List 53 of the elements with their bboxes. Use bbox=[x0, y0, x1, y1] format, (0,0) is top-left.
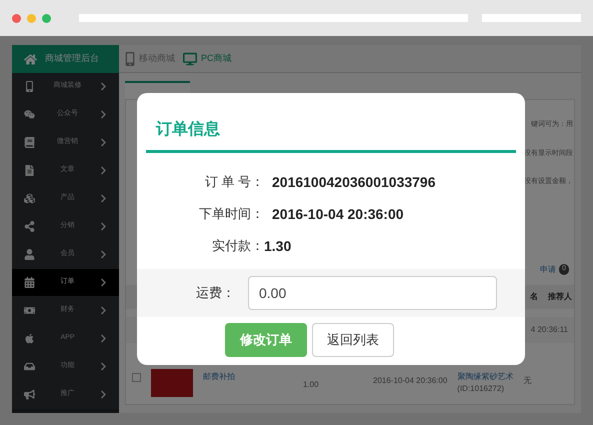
shop-link[interactable]: 聚陶缘紫砂艺术 bbox=[457, 371, 514, 383]
apple-icon bbox=[24, 333, 35, 344]
fee-input[interactable]: 0.00 bbox=[248, 276, 497, 310]
share-icon bbox=[24, 221, 35, 232]
back-to-list-button[interactable]: 返回列表 bbox=[312, 323, 394, 357]
table-cell: 2016-10-04 20:36:00 bbox=[373, 375, 448, 387]
user-icon bbox=[24, 249, 35, 260]
chevron-icon bbox=[100, 278, 107, 287]
book-icon bbox=[24, 137, 35, 148]
apply-link[interactable]: 申请 bbox=[540, 264, 556, 276]
chevron-icon bbox=[100, 166, 107, 175]
cubes-icon bbox=[24, 193, 35, 204]
shop-id: (ID:1016272) bbox=[457, 383, 505, 395]
banknote-icon bbox=[24, 305, 35, 316]
monitor-icon bbox=[183, 52, 197, 66]
megaphone-icon bbox=[24, 389, 35, 400]
chevron-icon bbox=[100, 250, 107, 259]
table-cell: 无 bbox=[523, 375, 532, 387]
chevron-icon bbox=[100, 82, 107, 91]
chevron-icon bbox=[100, 362, 107, 371]
chevron-icon bbox=[100, 306, 107, 315]
table-cell: 4 20:36:11 bbox=[530, 324, 568, 336]
chevron-icon bbox=[100, 138, 107, 147]
field-value: 2016-10-04 20:36:00 bbox=[272, 204, 404, 224]
phone-icon bbox=[24, 81, 35, 92]
field-value: 201610042036001033796 bbox=[272, 172, 436, 192]
product-photo-placeholder bbox=[151, 369, 193, 397]
shop-link[interactable]: PC商城 bbox=[183, 52, 232, 66]
field-label: 下单时间： bbox=[198, 205, 264, 224]
chevron-icon bbox=[100, 194, 107, 203]
product-name: 邮费补拍 bbox=[203, 371, 236, 383]
column-header: 推荐人 bbox=[548, 291, 572, 303]
home-icon bbox=[24, 52, 37, 66]
inbox-icon bbox=[24, 361, 35, 372]
table-cell-text: 1.00 bbox=[303, 379, 320, 391]
modify-order-button[interactable]: 修改订单 bbox=[225, 323, 307, 357]
field-label: 订 单 号： bbox=[204, 173, 264, 192]
chevron-icon bbox=[100, 110, 107, 119]
row-checkbox[interactable] bbox=[132, 373, 141, 382]
admin-title: 商城管理后台 bbox=[45, 52, 99, 66]
chat-bubbles-icon bbox=[24, 109, 35, 120]
chevron-icon bbox=[100, 334, 107, 343]
chevron-icon bbox=[100, 390, 107, 399]
field-label: 实付款： bbox=[211, 237, 264, 256]
fee-label: 运费： bbox=[195, 284, 235, 302]
column-header: 名 bbox=[530, 291, 538, 303]
admin-header[interactable]: 商城管理后台 bbox=[12, 45, 119, 73]
dialog-title: 订单信息 bbox=[146, 118, 516, 153]
calendar-icon bbox=[24, 277, 35, 288]
chevron-icon bbox=[100, 222, 107, 231]
phone-icon bbox=[125, 52, 135, 66]
field-value: 1.30 bbox=[264, 236, 292, 256]
document-icon bbox=[24, 165, 35, 176]
